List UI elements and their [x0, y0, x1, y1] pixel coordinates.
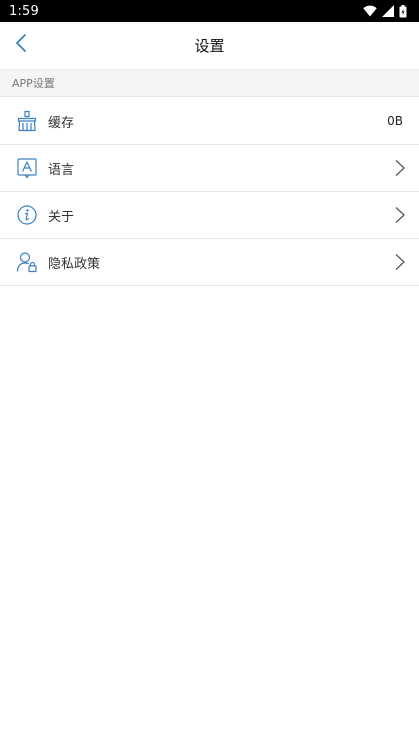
status-bar: 1:59	[0, 0, 419, 22]
status-icons	[363, 4, 407, 18]
wifi-icon	[363, 5, 377, 17]
settings-item-label: 缓存	[48, 115, 75, 131]
settings-item-cache[interactable]: 缓存 0B	[0, 98, 419, 145]
cache-size-value: 0B	[387, 114, 403, 128]
chevron-right-icon	[393, 159, 407, 177]
settings-item-label: 隐私政策	[48, 256, 101, 272]
title-bar: 设置	[0, 22, 419, 70]
page-title: 设置	[194, 37, 225, 55]
info-icon	[16, 204, 38, 226]
settings-item-label: 语言	[48, 162, 75, 178]
settings-item-language[interactable]: 语言	[0, 145, 419, 192]
broom-icon	[16, 110, 38, 132]
section-header-label: APP设置	[12, 77, 55, 90]
user-lock-icon	[16, 251, 38, 273]
settings-item-label: 关于	[48, 209, 75, 225]
section-header: APP设置	[0, 70, 419, 97]
settings-item-about[interactable]: 关于	[0, 192, 419, 239]
battery-icon	[399, 4, 407, 18]
chevron-right-icon	[393, 253, 407, 271]
settings-list: 缓存 0B 语言 关于 隐私政策	[0, 98, 419, 286]
status-time: 1:59	[9, 3, 39, 19]
settings-item-privacy-policy[interactable]: 隐私政策	[0, 239, 419, 286]
chevron-right-icon	[393, 206, 407, 224]
signal-icon	[382, 5, 394, 17]
language-icon	[16, 157, 38, 179]
